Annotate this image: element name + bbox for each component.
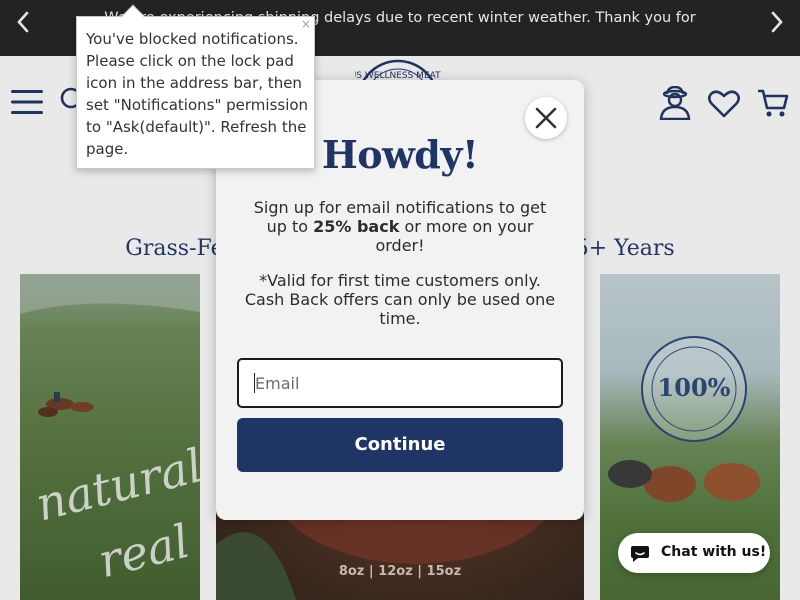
blocked-notifications-tooltip: You've blocked notifications. Please cli… bbox=[76, 4, 315, 169]
continue-button[interactable]: Continue bbox=[237, 418, 563, 472]
chevron-left-icon bbox=[17, 11, 29, 33]
tooltip-text: You've blocked notifications. Please cli… bbox=[86, 30, 309, 158]
chat-widget-button[interactable]: Chat with us! bbox=[618, 533, 770, 573]
modal-offer-text: Sign up for email notifications to get u… bbox=[244, 198, 556, 255]
offer-text-end: or more on your order! bbox=[375, 217, 534, 255]
chat-label: Chat with us! bbox=[661, 544, 767, 560]
email-input[interactable] bbox=[237, 358, 563, 408]
chat-bubble-icon bbox=[631, 546, 649, 562]
announcement-prev-button[interactable] bbox=[8, 8, 38, 36]
text-cursor bbox=[254, 373, 255, 393]
announcement-next-button[interactable] bbox=[762, 8, 792, 36]
offer-highlight: 25% back bbox=[313, 217, 400, 236]
chevron-right-icon bbox=[771, 11, 783, 33]
tooltip-close-button[interactable]: × bbox=[301, 17, 311, 31]
modal-disclaimer: *Valid for first time customers only. Ca… bbox=[244, 271, 556, 328]
